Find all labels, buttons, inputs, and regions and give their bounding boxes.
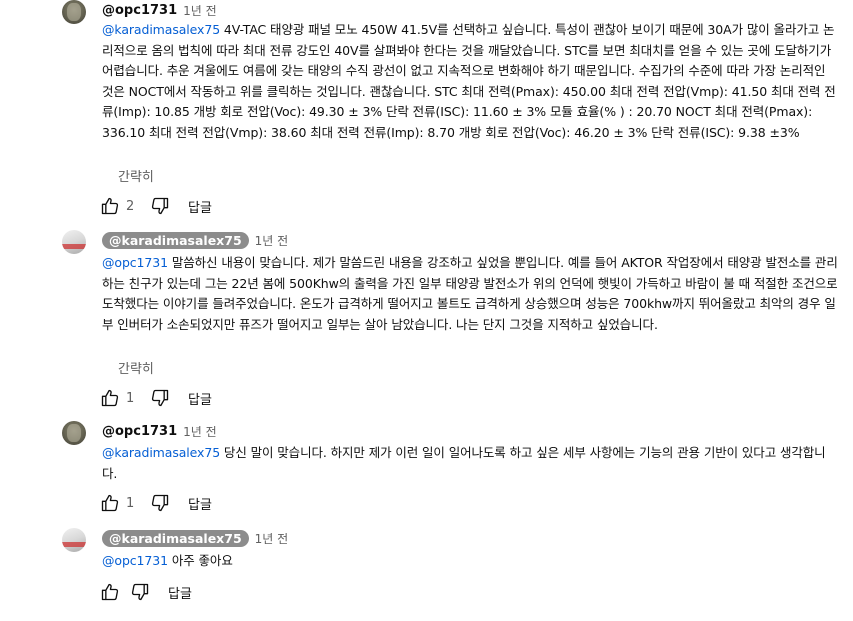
timestamp[interactable]: 1년 전: [183, 2, 217, 19]
thumbs-down-icon[interactable]: [150, 388, 170, 408]
thumbs-up-icon[interactable]: [100, 196, 120, 216]
like-count: 1: [126, 495, 135, 511]
comment-actions: 1 답글: [100, 492, 212, 514]
author-badge[interactable]: @karadimasalex75: [102, 231, 249, 249]
comment-body: 4V-TAC 태양광 패널 모노 450W 41.5V를 선택하고 싶습니다. …: [102, 22, 836, 140]
reply-button[interactable]: 답글: [188, 389, 212, 408]
comment-text: @opc1731 아주 좋아요: [102, 551, 840, 572]
thumbs-up-icon[interactable]: [100, 388, 120, 408]
author-badge[interactable]: @karadimasalex75: [102, 529, 249, 547]
mention-link[interactable]: @karadimasalex75: [102, 445, 220, 460]
like-count: 1: [126, 390, 135, 406]
comment-header: @opc1731 1년 전: [102, 0, 217, 20]
comment-text: @opc1731 말씀하신 내용이 맞습니다. 제가 말씀드린 내용을 강조하고…: [102, 253, 840, 335]
comment-body: 말씀하신 내용이 맞습니다. 제가 말씀드린 내용을 강조하고 싶었을 뿐입니다…: [102, 255, 838, 332]
mention-link[interactable]: @opc1731: [102, 255, 168, 270]
comment-actions: 답글: [100, 581, 192, 603]
thumbs-down-icon[interactable]: [150, 493, 170, 513]
comment-text: @karadimasalex75 당신 말이 맞습니다. 하지만 제가 이런 일…: [102, 443, 840, 484]
comment-body: 아주 좋아요: [167, 553, 233, 568]
comment-text: @karadimasalex75 4V-TAC 태양광 패널 모노 450W 4…: [102, 20, 840, 143]
avatar[interactable]: [62, 0, 86, 24]
mention-link[interactable]: @karadimasalex75: [102, 22, 220, 37]
author-name[interactable]: @opc1731: [102, 424, 177, 439]
reply-button[interactable]: 답글: [168, 583, 192, 602]
comment-actions: 2 답글: [100, 195, 212, 217]
reply-button[interactable]: 답글: [188, 494, 212, 513]
author-name[interactable]: @opc1731: [102, 3, 177, 18]
timestamp[interactable]: 1년 전: [255, 530, 289, 547]
like-count: 2: [126, 198, 135, 214]
thumbs-down-icon[interactable]: [130, 582, 150, 602]
comment-header: @karadimasalex75 1년 전: [102, 230, 288, 250]
timestamp[interactable]: 1년 전: [183, 423, 217, 440]
reply-button[interactable]: 답글: [188, 197, 212, 216]
comment-header: @karadimasalex75 1년 전: [102, 528, 288, 548]
thumbs-down-icon[interactable]: [150, 196, 170, 216]
thumbs-up-icon[interactable]: [100, 582, 120, 602]
mention-link[interactable]: @opc1731: [102, 553, 168, 568]
avatar[interactable]: [62, 230, 86, 254]
thumbs-up-icon[interactable]: [100, 493, 120, 513]
comment-actions: 1 답글: [100, 387, 212, 409]
show-less-button[interactable]: 간략히: [118, 166, 154, 185]
comment-header: @opc1731 1년 전: [102, 421, 217, 441]
avatar[interactable]: [62, 528, 86, 552]
timestamp[interactable]: 1년 전: [255, 232, 289, 249]
avatar[interactable]: [62, 421, 86, 445]
show-less-button[interactable]: 간략히: [118, 358, 154, 377]
